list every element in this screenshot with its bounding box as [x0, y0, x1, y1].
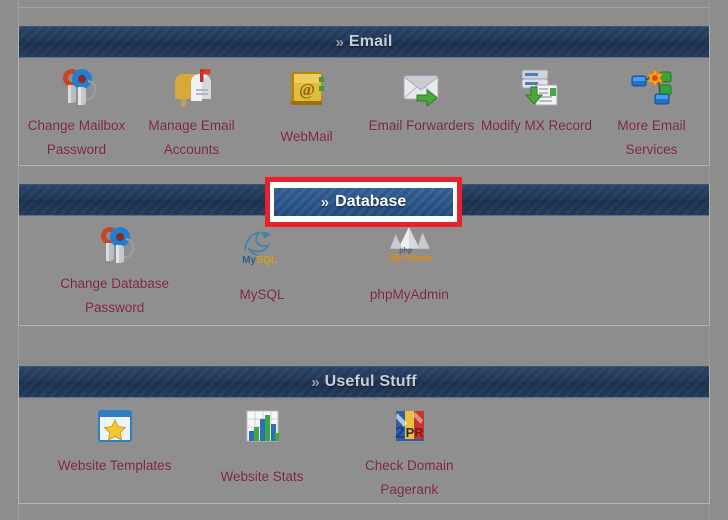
tile-label: More Email Services	[617, 118, 686, 157]
tile-change-mailbox-password[interactable]: Change Mailbox Password	[19, 64, 134, 162]
envelope-forward-icon	[396, 64, 448, 112]
tile-label: Website Stats	[220, 469, 304, 484]
phpmyadmin-icon: php MyAdmin	[383, 222, 435, 270]
icon-grid-useful-stuff: Website Templates Website Stats 2 P R Ch…	[19, 398, 709, 502]
chevron-right-icon: »	[335, 33, 344, 51]
tile-more-email-services[interactable]: More Email Services	[594, 64, 709, 162]
icon-grid-email: Change Mailbox Password Manage Email Acc…	[19, 58, 709, 162]
tile-mysql[interactable]: My SQL MySQL	[188, 222, 335, 320]
icon-grid-database: Change Database Password My SQL MySQL ph…	[19, 216, 709, 320]
section-title: Useful Stuff	[324, 373, 417, 390]
tile-label: Website Templates	[57, 458, 172, 473]
network-nodes-icon	[626, 64, 678, 112]
chevron-right-icon: »	[320, 193, 330, 211]
tile-label: WebMail	[280, 129, 333, 144]
tile-label: phpMyAdmin	[369, 287, 449, 302]
section-header-email[interactable]: » Email	[19, 26, 709, 58]
pagerank-2pr-icon: 2 P R	[383, 404, 435, 452]
window-star-icon	[89, 404, 141, 452]
tile-manage-email-accounts[interactable]: Manage Email Accounts	[134, 64, 249, 162]
chevron-right-icon: »	[311, 373, 320, 391]
tile-phpmyadmin[interactable]: php MyAdmin phpMyAdmin	[336, 222, 483, 320]
tile-email-forwarders[interactable]: Email Forwarders	[364, 64, 479, 162]
svg-text:My: My	[242, 255, 256, 266]
tile-webmail[interactable]: @ WebMail	[249, 64, 364, 162]
svg-text:R: R	[415, 425, 425, 440]
svg-text:MyAdmin: MyAdmin	[388, 252, 433, 264]
tile-label: MySQL	[239, 287, 285, 302]
tile-website-stats[interactable]: Website Stats	[188, 404, 335, 502]
tile-change-database-password[interactable]: Change Database Password	[41, 222, 188, 320]
keys-icon	[89, 222, 141, 270]
svg-text:@: @	[299, 80, 315, 99]
bar-chart-icon	[236, 404, 288, 452]
panel-email: » Email Change Mailbox Password Manage E…	[18, 26, 710, 166]
section-header-useful-stuff[interactable]: » Useful Stuff	[19, 366, 709, 398]
server-record-icon	[511, 64, 563, 112]
mysql-dolphin-icon: My SQL	[236, 222, 288, 270]
page-top-rule	[18, 7, 710, 8]
tile-label: Check Domain Pagerank	[365, 458, 454, 497]
section-header-database-selected[interactable]: » Database	[274, 188, 453, 216]
panel-useful-stuff: » Useful Stuff Website Templates Website…	[18, 366, 710, 504]
highlight-box-database-header: » Database	[265, 177, 462, 227]
tile-label: Modify MX Record	[480, 118, 593, 133]
svg-text:SQL: SQL	[257, 255, 277, 266]
section-title: Email	[348, 33, 393, 50]
tile-label: Manage Email Accounts	[148, 118, 235, 157]
tile-modify-mx-record[interactable]: Modify MX Record	[479, 64, 594, 162]
tile-label: Email Forwarders	[368, 118, 475, 133]
keys-icon	[51, 64, 103, 112]
tile-website-templates[interactable]: Website Templates	[41, 404, 188, 502]
section-title: Database	[335, 193, 407, 210]
address-book-at-icon: @	[281, 64, 333, 112]
tile-label: Change Mailbox Password	[27, 118, 126, 157]
mailbox-icon	[166, 64, 218, 112]
tile-check-domain-pagerank[interactable]: 2 P R Check Domain Pagerank	[336, 404, 483, 502]
tile-label: Change Database Password	[60, 276, 170, 315]
